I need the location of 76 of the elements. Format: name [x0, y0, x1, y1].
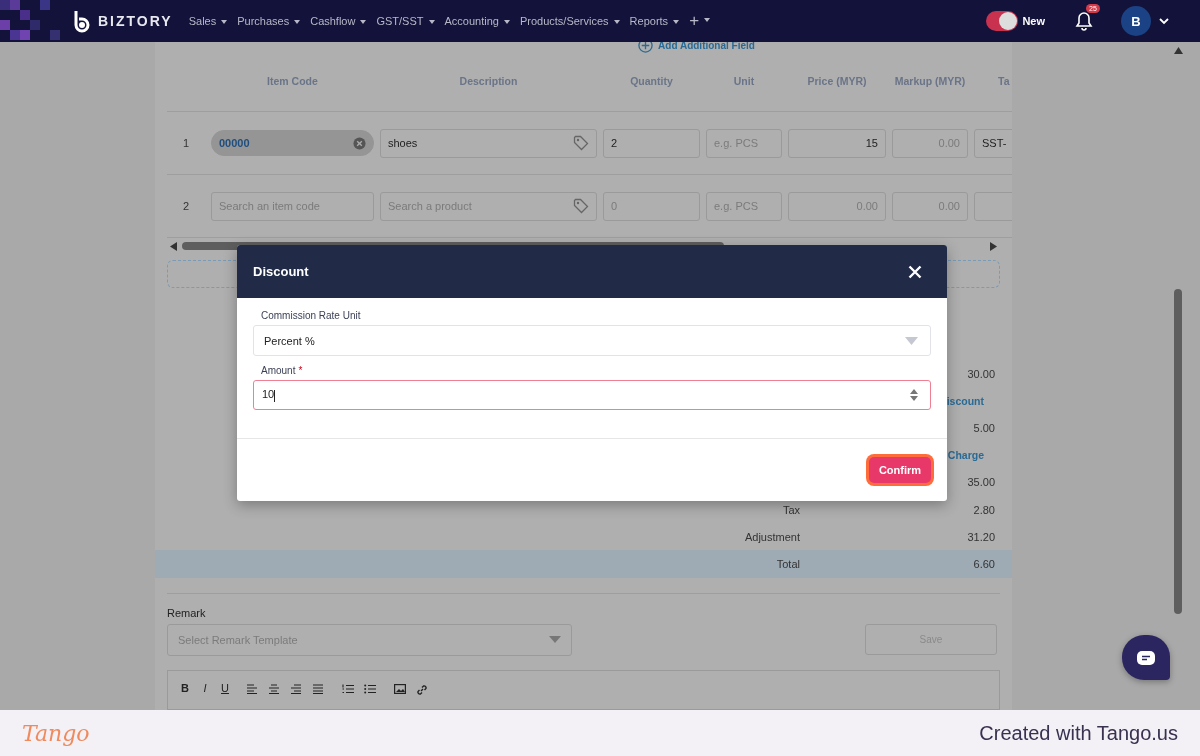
scroll-left-icon[interactable]: [170, 241, 177, 251]
credit-text: Created with Tango.us: [979, 721, 1178, 745]
summary-value: 5.00: [972, 421, 996, 434]
rate-unit-select[interactable]: Percent %: [253, 325, 931, 356]
column-header: Description: [458, 75, 519, 87]
tag-icon[interactable]: [573, 135, 589, 151]
link-icon[interactable]: [416, 683, 428, 696]
format-button[interactable]: U: [220, 681, 230, 694]
summary-value: 31.20: [966, 530, 996, 543]
dialog-title: Discount: [253, 264, 309, 279]
bullet-list-icon[interactable]: [364, 683, 376, 694]
toggle-label: New: [1022, 15, 1045, 27]
summary-value: 2.80: [972, 503, 996, 516]
summary-label: Total: [776, 557, 800, 570]
menu-item[interactable]: Sales: [188, 15, 228, 27]
caret-icon[interactable]: [613, 20, 620, 25]
tax-field[interactable]: SST-: [974, 128, 1012, 158]
page-scrollbar-thumb[interactable]: [1174, 289, 1182, 614]
quantity-field[interactable]: 2: [603, 128, 700, 158]
format-button[interactable]: B: [180, 681, 190, 694]
menu-item[interactable]: Purchases: [237, 15, 301, 27]
format-button[interactable]: I: [200, 681, 210, 694]
chat-button[interactable]: [1122, 635, 1170, 680]
confirm-button[interactable]: Confirm: [869, 457, 931, 483]
justify-icon[interactable]: [312, 683, 324, 694]
caret-icon[interactable]: [360, 20, 367, 25]
spinner-icon[interactable]: [910, 388, 918, 402]
align-center-icon[interactable]: [268, 683, 280, 694]
caret-icon[interactable]: [503, 20, 510, 25]
column-header: Unit: [732, 75, 756, 87]
remark-label: Remark: [167, 606, 207, 619]
summary-value: 30.00: [966, 367, 996, 380]
column-header: Price (MYR): [806, 75, 868, 87]
product-field[interactable]: shoes: [380, 128, 597, 158]
clear-icon[interactable]: [353, 136, 366, 150]
row-number: 2: [181, 200, 191, 212]
caret-icon[interactable]: [428, 20, 435, 25]
menu-item[interactable]: Cashflow: [310, 15, 367, 27]
price-field[interactable]: 15: [788, 128, 886, 158]
brand-name[interactable]: BIZTORY: [98, 13, 173, 29]
scroll-right-icon[interactable]: [990, 241, 997, 251]
menu-item[interactable]: +: [689, 15, 711, 27]
bell-icon[interactable]: [1075, 11, 1093, 31]
summary-label: Tax: [782, 503, 800, 516]
avatar[interactable]: B: [1121, 6, 1151, 36]
scroll-up-icon[interactable]: [1174, 47, 1183, 54]
toggle-switch[interactable]: [986, 11, 1019, 31]
column-header: Quantity: [629, 75, 674, 87]
numbered-list-icon[interactable]: [342, 683, 354, 694]
row-number: 1: [181, 137, 191, 149]
field-label: Amount *: [260, 365, 304, 376]
close-icon[interactable]: [908, 264, 922, 279]
column-header: Markup (MYR): [893, 75, 967, 87]
align-right-icon[interactable]: [290, 683, 302, 694]
summary-value: 35.00: [966, 476, 996, 489]
caret-icon[interactable]: [1159, 17, 1169, 25]
column-header: Item Code: [266, 75, 319, 87]
menu-item[interactable]: GST/SST: [376, 15, 435, 27]
chat-icon: [1136, 649, 1156, 666]
menu-item[interactable]: Products/Services: [519, 15, 620, 27]
menu-item[interactable]: Reports: [629, 15, 680, 27]
caret-icon[interactable]: [221, 20, 228, 25]
summary-value: 6.60: [972, 557, 996, 570]
tag-icon[interactable]: [573, 198, 589, 214]
image-icon[interactable]: [394, 683, 406, 694]
caret-icon[interactable]: [673, 20, 680, 25]
tango-logo: Tango: [22, 720, 90, 746]
align-left-icon[interactable]: [246, 683, 258, 694]
field-label: Commission Rate Unit: [260, 310, 362, 321]
caret-icon[interactable]: [294, 20, 301, 25]
menu-item[interactable]: Accounting: [444, 15, 510, 27]
rich-text-editor[interactable]: B I U: [167, 669, 1000, 710]
amount-field[interactable]: 10: [253, 380, 931, 410]
caret-icon[interactable]: [704, 18, 711, 22]
summary-label: Adjustment: [744, 530, 800, 543]
column-header: Ta: [997, 75, 1011, 87]
